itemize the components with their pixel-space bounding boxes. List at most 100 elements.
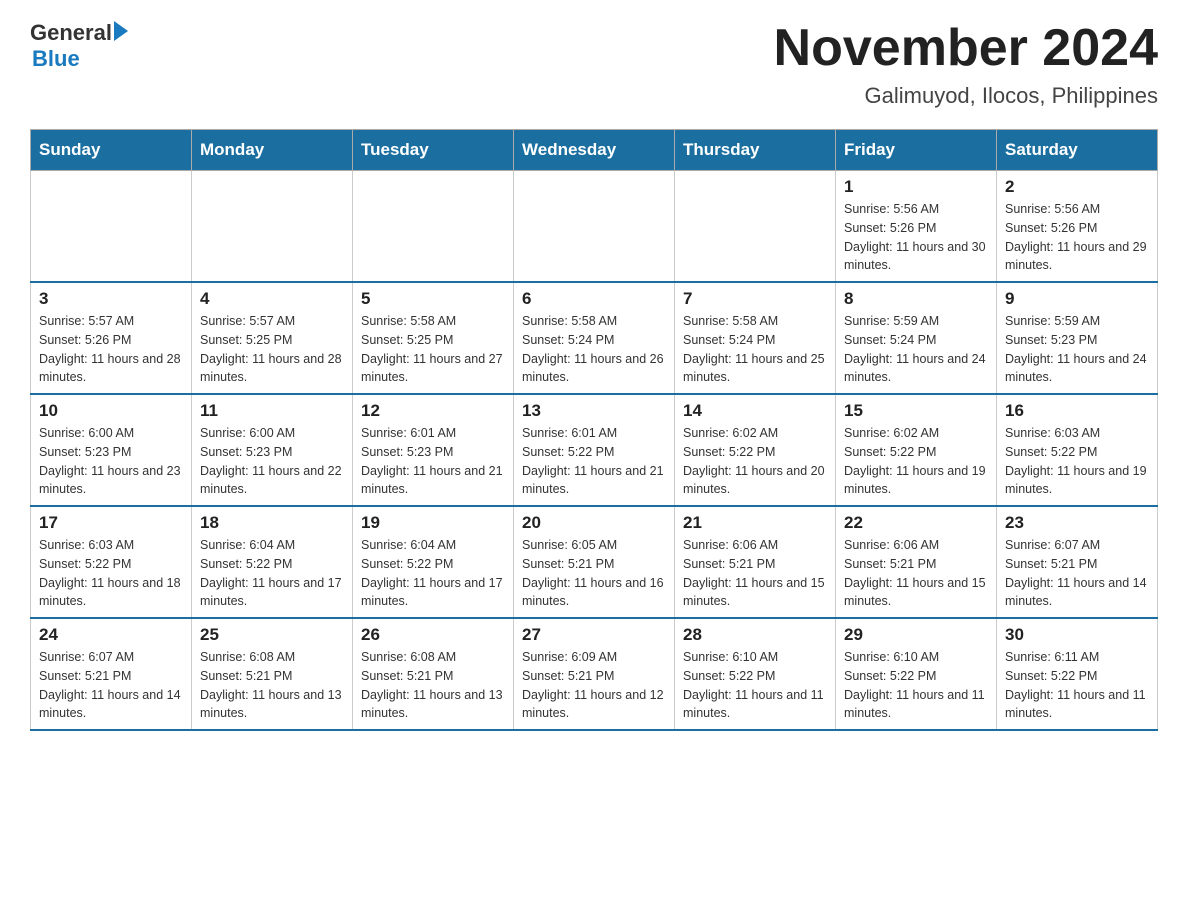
- day-number: 26: [361, 625, 505, 645]
- day-number: 9: [1005, 289, 1149, 309]
- day-info: Sunrise: 6:02 AM Sunset: 5:22 PM Dayligh…: [844, 424, 988, 499]
- day-number: 30: [1005, 625, 1149, 645]
- day-number: 21: [683, 513, 827, 533]
- calendar-day-cell: 27Sunrise: 6:09 AM Sunset: 5:21 PM Dayli…: [514, 618, 675, 730]
- day-number: 29: [844, 625, 988, 645]
- day-number: 14: [683, 401, 827, 421]
- day-number: 24: [39, 625, 183, 645]
- day-number: 25: [200, 625, 344, 645]
- day-info: Sunrise: 6:03 AM Sunset: 5:22 PM Dayligh…: [39, 536, 183, 611]
- calendar-day-cell: 18Sunrise: 6:04 AM Sunset: 5:22 PM Dayli…: [192, 506, 353, 618]
- day-info: Sunrise: 6:05 AM Sunset: 5:21 PM Dayligh…: [522, 536, 666, 611]
- day-number: 22: [844, 513, 988, 533]
- day-number: 4: [200, 289, 344, 309]
- calendar-day-cell: 20 Sunrise: 6:05 AM Sunset: 5:21 PM Dayli…: [514, 506, 675, 618]
- day-info: Sunrise: 5:59 AM Sunset: 5:23 PM Dayligh…: [1005, 312, 1149, 387]
- day-info: Sunrise: 5:56 AM Sunset: 5:26 PM Dayligh…: [844, 200, 988, 275]
- calendar-day-cell: 15Sunrise: 6:02 AM Sunset: 5:22 PM Dayli…: [836, 394, 997, 506]
- calendar-day-cell: 14Sunrise: 6:02 AM Sunset: 5:22 PM Dayli…: [675, 394, 836, 506]
- day-info: Sunrise: 6:00 AM Sunset: 5:23 PM Dayligh…: [200, 424, 344, 499]
- calendar-day-cell: 22Sunrise: 6:06 AM Sunset: 5:21 PM Dayli…: [836, 506, 997, 618]
- day-number: 1: [844, 177, 988, 197]
- calendar-day-cell: 13 Sunrise: 6:01 AM Sunset: 5:22 PM Dayli…: [514, 394, 675, 506]
- day-number: 18: [200, 513, 344, 533]
- calendar-day-cell: [353, 171, 514, 283]
- day-number: 2: [1005, 177, 1149, 197]
- day-info: Sunrise: 5:58 AM Sunset: 5:24 PM Dayligh…: [522, 312, 666, 387]
- day-info: Sunrise: 6:03 AM Sunset: 5:22 PM Dayligh…: [1005, 424, 1149, 499]
- day-info: Sunrise: 6:10 AM Sunset: 5:22 PM Dayligh…: [844, 648, 988, 723]
- logo-arrow-icon: [114, 21, 128, 41]
- day-number: 19: [361, 513, 505, 533]
- day-of-week-header: Saturday: [997, 130, 1158, 171]
- calendar-day-cell: 6 Sunrise: 5:58 AM Sunset: 5:24 PM Daylig…: [514, 282, 675, 394]
- day-number: 6: [522, 289, 666, 309]
- page-header: General Blue November 2024 Galimuyod, Il…: [30, 20, 1158, 109]
- day-number: 20: [522, 513, 666, 533]
- day-number: 12: [361, 401, 505, 421]
- title-block: November 2024 Galimuyod, Ilocos, Philipp…: [774, 20, 1158, 109]
- calendar-day-cell: 3 Sunrise: 5:57 AM Sunset: 5:26 PM Daylig…: [31, 282, 192, 394]
- calendar-day-cell: 19Sunrise: 6:04 AM Sunset: 5:22 PM Dayli…: [353, 506, 514, 618]
- day-info: Sunrise: 6:08 AM Sunset: 5:21 PM Dayligh…: [361, 648, 505, 723]
- calendar-day-cell: [514, 171, 675, 283]
- day-number: 13: [522, 401, 666, 421]
- calendar-day-cell: 24 Sunrise: 6:07 AM Sunset: 5:21 PM Dayli…: [31, 618, 192, 730]
- calendar-day-cell: 23Sunrise: 6:07 AM Sunset: 5:21 PM Dayli…: [997, 506, 1158, 618]
- calendar-day-cell: 5Sunrise: 5:58 AM Sunset: 5:25 PM Daylig…: [353, 282, 514, 394]
- calendar-day-cell: 9 Sunrise: 5:59 AM Sunset: 5:23 PM Daylig…: [997, 282, 1158, 394]
- day-of-week-header: Friday: [836, 130, 997, 171]
- day-of-week-header: Sunday: [31, 130, 192, 171]
- day-info: Sunrise: 6:10 AM Sunset: 5:22 PM Dayligh…: [683, 648, 827, 723]
- calendar-header-row: SundayMondayTuesdayWednesdayThursdayFrid…: [31, 130, 1158, 171]
- calendar-week-row: 10 Sunrise: 6:00 AM Sunset: 5:23 PM Dayli…: [31, 394, 1158, 506]
- calendar-day-cell: 8 Sunrise: 5:59 AM Sunset: 5:24 PM Daylig…: [836, 282, 997, 394]
- calendar-day-cell: [192, 171, 353, 283]
- calendar-day-cell: 16 Sunrise: 6:03 AM Sunset: 5:22 PM Dayli…: [997, 394, 1158, 506]
- calendar-week-row: 24 Sunrise: 6:07 AM Sunset: 5:21 PM Dayli…: [31, 618, 1158, 730]
- day-info: Sunrise: 5:57 AM Sunset: 5:25 PM Dayligh…: [200, 312, 344, 387]
- calendar-week-row: 1 Sunrise: 5:56 AM Sunset: 5:26 PM Daylig…: [31, 171, 1158, 283]
- day-of-week-header: Thursday: [675, 130, 836, 171]
- calendar-day-cell: 2 Sunrise: 5:56 AM Sunset: 5:26 PM Daylig…: [997, 171, 1158, 283]
- day-info: Sunrise: 6:11 AM Sunset: 5:22 PM Dayligh…: [1005, 648, 1149, 723]
- day-number: 7: [683, 289, 827, 309]
- calendar-day-cell: [675, 171, 836, 283]
- day-number: 3: [39, 289, 183, 309]
- calendar-day-cell: 1 Sunrise: 5:56 AM Sunset: 5:26 PM Daylig…: [836, 171, 997, 283]
- logo: General Blue: [30, 20, 128, 72]
- day-info: Sunrise: 5:56 AM Sunset: 5:26 PM Dayligh…: [1005, 200, 1149, 275]
- day-of-week-header: Wednesday: [514, 130, 675, 171]
- day-info: Sunrise: 6:01 AM Sunset: 5:22 PM Dayligh…: [522, 424, 666, 499]
- subtitle: Galimuyod, Ilocos, Philippines: [774, 83, 1158, 109]
- day-info: Sunrise: 6:07 AM Sunset: 5:21 PM Dayligh…: [39, 648, 183, 723]
- day-info: Sunrise: 6:09 AM Sunset: 5:21 PM Dayligh…: [522, 648, 666, 723]
- calendar-day-cell: 28Sunrise: 6:10 AM Sunset: 5:22 PM Dayli…: [675, 618, 836, 730]
- calendar-day-cell: 7 Sunrise: 5:58 AM Sunset: 5:24 PM Daylig…: [675, 282, 836, 394]
- day-info: Sunrise: 5:57 AM Sunset: 5:26 PM Dayligh…: [39, 312, 183, 387]
- day-number: 10: [39, 401, 183, 421]
- day-info: Sunrise: 5:58 AM Sunset: 5:25 PM Dayligh…: [361, 312, 505, 387]
- calendar-day-cell: [31, 171, 192, 283]
- calendar-day-cell: 12 Sunrise: 6:01 AM Sunset: 5:23 PM Dayli…: [353, 394, 514, 506]
- day-number: 17: [39, 513, 183, 533]
- day-info: Sunrise: 5:58 AM Sunset: 5:24 PM Dayligh…: [683, 312, 827, 387]
- calendar-day-cell: 25 Sunrise: 6:08 AM Sunset: 5:21 PM Dayli…: [192, 618, 353, 730]
- calendar-week-row: 17 Sunrise: 6:03 AM Sunset: 5:22 PM Dayli…: [31, 506, 1158, 618]
- logo-blue-text: Blue: [32, 46, 128, 72]
- day-number: 16: [1005, 401, 1149, 421]
- calendar-day-cell: 21 Sunrise: 6:06 AM Sunset: 5:21 PM Dayli…: [675, 506, 836, 618]
- calendar-day-cell: 17 Sunrise: 6:03 AM Sunset: 5:22 PM Dayli…: [31, 506, 192, 618]
- calendar-week-row: 3 Sunrise: 5:57 AM Sunset: 5:26 PM Daylig…: [31, 282, 1158, 394]
- calendar-table: SundayMondayTuesdayWednesdayThursdayFrid…: [30, 129, 1158, 731]
- day-info: Sunrise: 6:06 AM Sunset: 5:21 PM Dayligh…: [683, 536, 827, 611]
- day-info: Sunrise: 6:00 AM Sunset: 5:23 PM Dayligh…: [39, 424, 183, 499]
- day-info: Sunrise: 6:08 AM Sunset: 5:21 PM Dayligh…: [200, 648, 344, 723]
- day-of-week-header: Monday: [192, 130, 353, 171]
- day-info: Sunrise: 6:01 AM Sunset: 5:23 PM Dayligh…: [361, 424, 505, 499]
- calendar-day-cell: 29 Sunrise: 6:10 AM Sunset: 5:22 PM Dayli…: [836, 618, 997, 730]
- day-number: 8: [844, 289, 988, 309]
- day-info: Sunrise: 5:59 AM Sunset: 5:24 PM Dayligh…: [844, 312, 988, 387]
- calendar-day-cell: 11Sunrise: 6:00 AM Sunset: 5:23 PM Dayli…: [192, 394, 353, 506]
- day-number: 23: [1005, 513, 1149, 533]
